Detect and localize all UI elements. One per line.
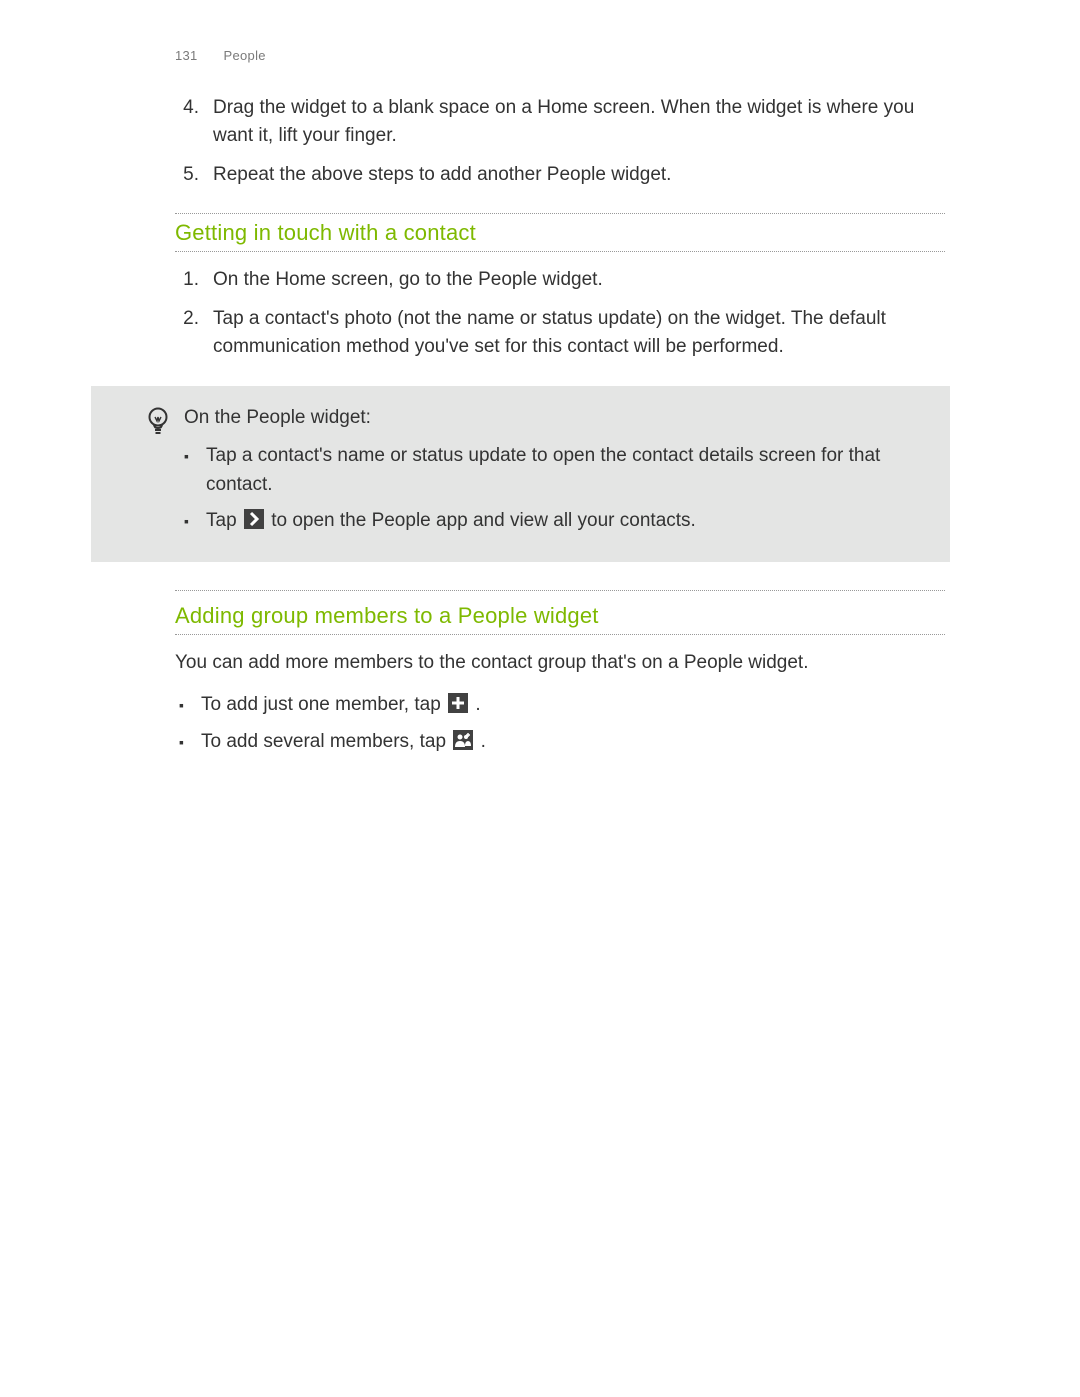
- group-add-icon: [453, 730, 473, 750]
- page-header: 131 People: [175, 46, 945, 66]
- text-pre: Tap: [206, 510, 242, 531]
- step-text: Repeat the above steps to add another Pe…: [213, 161, 945, 190]
- bullet-icon: ▪: [179, 691, 201, 720]
- page-number: 131: [175, 48, 198, 63]
- section-heading-getting-in-touch: Getting in touch with a contact: [175, 213, 945, 252]
- list-item: ▪ To add several members, tap .: [179, 728, 945, 757]
- list-item: 2. Tap a contact's photo (not the name o…: [175, 305, 945, 362]
- bullet-icon: ▪: [184, 442, 206, 499]
- step-number: 1.: [175, 266, 213, 295]
- text-pre: To add just one member, tap: [201, 694, 446, 715]
- section-heading-adding-members: Adding group members to a People widget: [175, 597, 945, 635]
- list-item: 4. Drag the widget to a blank space on a…: [175, 94, 945, 151]
- step-text: Drag the widget to a blank space on a Ho…: [213, 94, 945, 151]
- bullet-icon: ▪: [184, 507, 206, 536]
- document-page: 131 People 4. Drag the widget to a blank…: [0, 0, 1080, 756]
- adding-members-list: ▪ To add just one member, tap . ▪ To add…: [179, 691, 945, 756]
- chevron-right-icon: [244, 509, 264, 529]
- bullet-text: To add just one member, tap .: [201, 691, 481, 720]
- text-pre: To add several members, tap: [201, 731, 451, 752]
- section-name: People: [224, 48, 266, 63]
- step-number: 4.: [175, 94, 213, 151]
- text-post: to open the People app and view all your…: [271, 510, 696, 531]
- getting-in-touch-steps: 1. On the Home screen, go to the People …: [175, 266, 945, 362]
- section-intro: You can add more members to the contact …: [175, 649, 945, 678]
- text-post: .: [481, 731, 486, 752]
- step-text: Tap a contact's photo (not the name or s…: [213, 305, 945, 362]
- list-item: 1. On the Home screen, go to the People …: [175, 266, 945, 295]
- step-number: 5.: [175, 161, 213, 190]
- step-number: 2.: [175, 305, 213, 362]
- tip-intro: On the People widget:: [184, 404, 930, 433]
- lightbulb-icon: [146, 406, 170, 544]
- step-text: On the Home screen, go to the People wid…: [213, 266, 945, 295]
- tip-callout: On the People widget: ▪ Tap a contact's …: [91, 386, 950, 562]
- text-post: .: [475, 694, 480, 715]
- tip-body: On the People widget: ▪ Tap a contact's …: [184, 404, 930, 544]
- plus-icon: [448, 693, 468, 713]
- list-item: ▪ Tap to open the People app and view al…: [184, 507, 930, 536]
- list-item: ▪ Tap a contact's name or status update …: [184, 442, 930, 499]
- continued-steps-list: 4. Drag the widget to a blank space on a…: [175, 94, 945, 190]
- divider: [175, 590, 945, 591]
- tip-bullet-list: ▪ Tap a contact's name or status update …: [184, 442, 930, 536]
- bullet-text: Tap to open the People app and view all …: [206, 507, 696, 536]
- bullet-text: Tap a contact's name or status update to…: [206, 442, 930, 499]
- bullet-text: To add several members, tap .: [201, 728, 486, 757]
- list-item: 5. Repeat the above steps to add another…: [175, 161, 945, 190]
- list-item: ▪ To add just one member, tap .: [179, 691, 945, 720]
- bullet-icon: ▪: [179, 728, 201, 757]
